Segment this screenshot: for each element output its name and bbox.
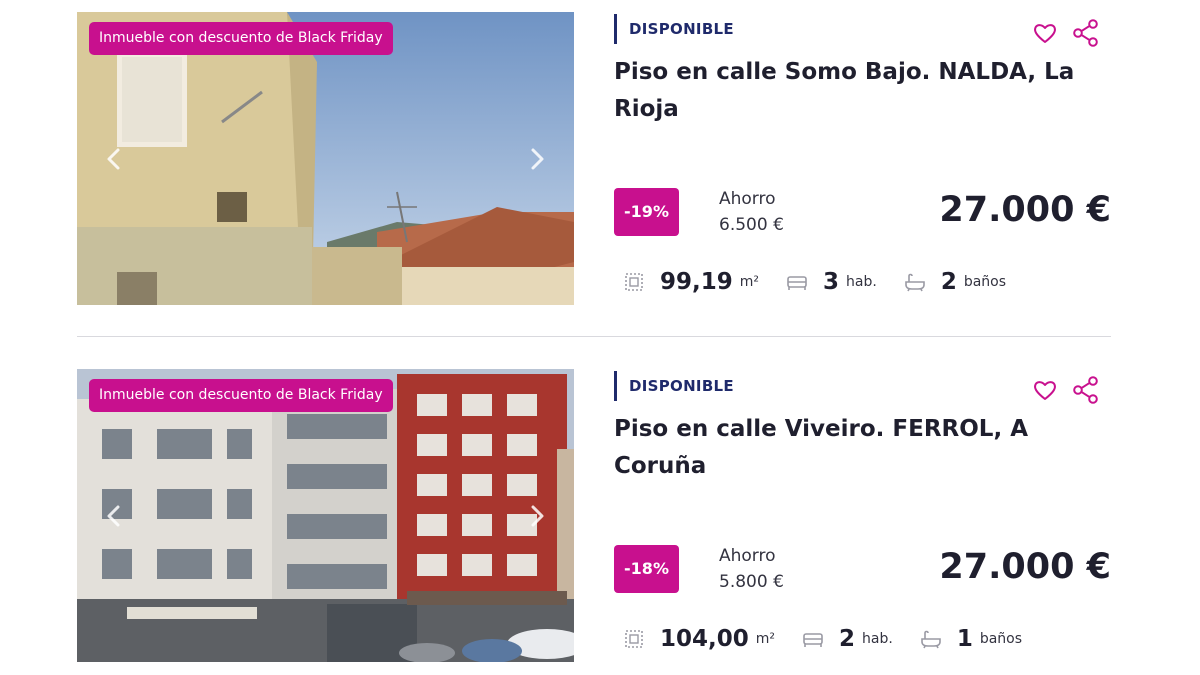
rooms-value: 2 [839,626,856,652]
saving-label: Ahorro [719,189,776,209]
baths-value: 1 [956,626,973,652]
gallery-prev-button[interactable] [99,501,129,531]
listing-features: 104,00 m² 2 hab. 1 baños [622,623,1048,655]
saving-label: Ahorro [719,546,776,566]
rooms-unit: hab. [846,274,877,290]
listing-info: DISPONIBLE Piso en calle Somo Bajo. NALD… [614,12,1111,305]
status-label: DISPONIBLE [614,371,734,401]
area-unit: m² [739,274,760,290]
bed-icon [801,627,825,651]
area-icon [622,627,646,651]
chevron-left-icon [107,505,120,527]
share-button[interactable] [1072,375,1100,405]
listing-card: Inmueble con descuento de Black Friday D… [77,12,1111,305]
listing-title[interactable]: Piso en calle Viveiro. FERROL, A Coruña [614,411,1084,485]
baths-unit: baños [979,631,1023,647]
bathtub-icon [903,270,927,294]
rooms-unit: hab. [862,631,893,647]
chevron-right-icon [531,148,544,170]
discount-badge: -18% [614,545,679,593]
favorite-button[interactable] [1032,20,1058,46]
baths-value: 2 [940,269,957,295]
gallery-next-button[interactable] [522,144,552,174]
share-icon [1073,19,1098,47]
status-label: DISPONIBLE [614,14,734,44]
listing-title[interactable]: Piso en calle Somo Bajo. NALDA, La Rioja [614,54,1084,128]
rooms-value: 3 [823,269,840,295]
listing-photo[interactable]: Inmueble con descuento de Black Friday [77,12,574,305]
listing-card: Inmueble con descuento de Black Friday D… [77,369,1111,662]
listing-price: 27.000 € [939,547,1111,587]
heart-icon [1034,24,1056,43]
favorite-button[interactable] [1032,377,1058,403]
saving-value: 6.500 € [719,215,784,235]
listing-price: 27.000 € [939,190,1111,230]
area-unit: m² [755,631,776,647]
photo-street-scene [77,12,574,305]
black-friday-badge: Inmueble con descuento de Black Friday [89,22,393,55]
baths-unit: baños [963,274,1007,290]
chevron-right-icon [531,505,544,527]
listing-divider [77,336,1111,337]
saving-value: 5.800 € [719,572,784,592]
share-icon [1073,376,1098,404]
black-friday-badge: Inmueble con descuento de Black Friday [89,379,393,412]
heart-icon [1034,381,1056,400]
discount-badge: -19% [614,188,679,236]
listing-info: DISPONIBLE Piso en calle Viveiro. FERROL… [614,369,1111,662]
chevron-left-icon [107,148,120,170]
gallery-prev-button[interactable] [99,144,129,174]
area-icon [622,270,646,294]
listing-photo[interactable]: Inmueble con descuento de Black Friday [77,369,574,662]
photo-building-facade [77,369,574,662]
bed-icon [785,270,809,294]
area-value: 104,00 [660,626,749,652]
bathtub-icon [919,627,943,651]
gallery-next-button[interactable] [522,501,552,531]
share-button[interactable] [1072,18,1100,48]
listing-features: 99,19 m² 3 hab. 2 baños [622,266,1032,298]
area-value: 99,19 [660,269,733,295]
